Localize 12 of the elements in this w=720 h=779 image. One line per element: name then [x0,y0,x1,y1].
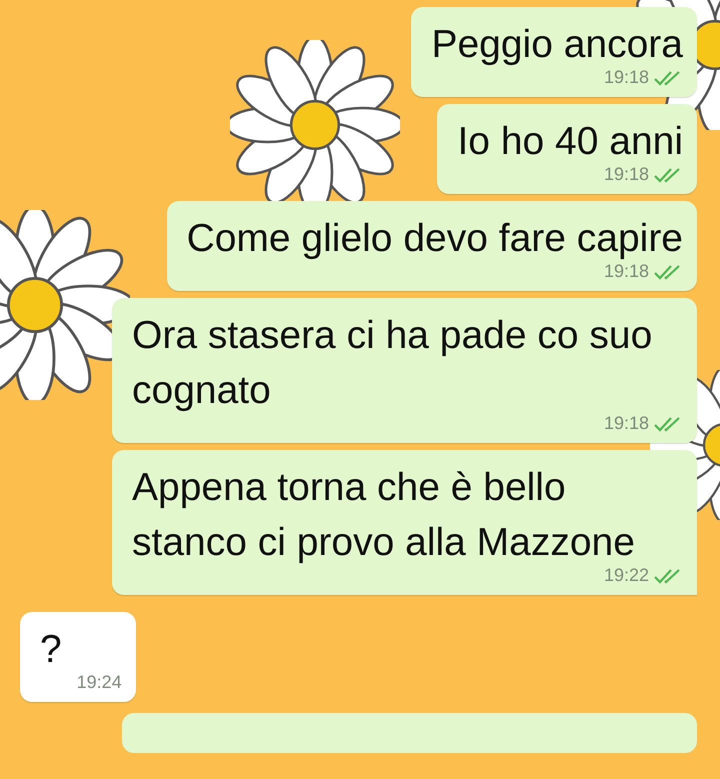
message-text: Io ho 40 anni [457,119,683,165]
message-text: Ora stasera ci ha pade co suo cognato [132,313,654,414]
message-text: ? [40,627,63,673]
message-time: 19:18 [604,412,649,435]
message-text: Appena torna che è bello stanco ci provo alla Mazzone [132,465,636,566]
message-text: Peggio ancora [431,22,683,68]
message-time: 19:18 [604,66,649,89]
message-time: 19:18 [604,163,649,186]
message-text: Come glielo devo fare capire [186,216,683,262]
message-time: 19:24 [76,671,122,694]
message-time: 19:18 [604,260,649,283]
message-time: 19:22 [604,564,649,587]
